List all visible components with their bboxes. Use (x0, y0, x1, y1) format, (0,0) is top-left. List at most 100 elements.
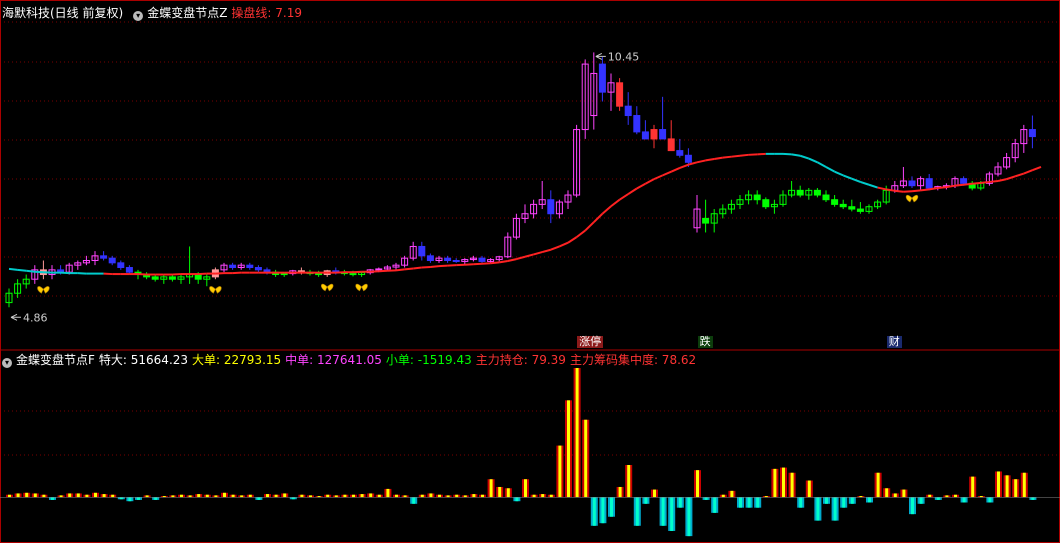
operate-line-segment (954, 183, 964, 187)
candle-body (547, 199, 555, 215)
candle-body (315, 273, 323, 276)
operate-line-segment (601, 205, 612, 215)
candle-body (822, 194, 830, 201)
bar-core (635, 497, 639, 526)
small-order-value: 小单: -1519.43 (385, 353, 472, 367)
operate-line-segment (714, 156, 723, 161)
bar-core (1005, 475, 1009, 498)
candle-body (418, 245, 426, 257)
bar-core (291, 497, 295, 500)
bar-core (68, 493, 72, 498)
operate-line-segment (886, 188, 895, 192)
bar-core (266, 494, 269, 498)
bar-core (33, 493, 37, 498)
operate-line-segment (636, 182, 646, 190)
operate-line-segment (997, 178, 1007, 182)
bar-core (584, 419, 588, 498)
operate-line-segment (524, 253, 534, 258)
stock-chart[interactable]: 10.45 4.86 (0, 0, 1060, 543)
operate-line-segment (877, 186, 887, 191)
butterfly-icon (37, 286, 50, 294)
sub-indicator-menu-icon[interactable]: ▾ (2, 358, 12, 368)
operate-line-segment (619, 193, 629, 201)
bar-core (618, 486, 622, 498)
event-tag[interactable]: 财 (886, 336, 902, 348)
bar-core (334, 495, 338, 498)
bar-core (137, 497, 140, 500)
bar-core (713, 497, 717, 513)
candle-body (375, 268, 383, 271)
butterfly-icon (321, 283, 334, 292)
bar-core (274, 494, 278, 498)
bar-core (962, 497, 966, 503)
bar-core (515, 497, 519, 502)
event-tag[interactable]: 跌 (697, 336, 713, 348)
operate-line-segment (541, 248, 552, 254)
candle-body (684, 154, 692, 163)
candle-body (194, 274, 202, 280)
candle-body (1028, 129, 1036, 138)
bar-core (893, 493, 897, 498)
bar-core (472, 494, 476, 498)
event-tag[interactable]: 涨停 (577, 336, 604, 348)
operate-line-segment (937, 186, 947, 190)
sub-indicator-name[interactable]: 金蝶变盘节点F (16, 353, 95, 367)
bar-core (506, 488, 510, 498)
candle-body (633, 115, 641, 133)
candle-body (960, 178, 968, 184)
bar-core (188, 495, 192, 498)
bar-core (395, 494, 398, 498)
bar-core (154, 497, 158, 500)
bar-core (59, 495, 63, 498)
candle-body (856, 208, 864, 212)
bar-core (954, 494, 957, 498)
operate-line-segment (696, 159, 706, 164)
bar-core (807, 480, 811, 498)
bar-core (936, 497, 940, 500)
bar-core (945, 495, 949, 498)
candle-body (908, 180, 916, 187)
bar-core (412, 497, 416, 504)
bar-core (248, 494, 252, 498)
operate-line-segment (567, 236, 578, 244)
bar-core (171, 495, 175, 498)
operate-line-segment (894, 189, 904, 193)
bar-core (16, 493, 20, 498)
operate-line-segment (559, 241, 569, 248)
bar-core (971, 476, 975, 498)
candle-body (676, 150, 684, 156)
candle-body (117, 262, 125, 269)
operate-line-segment (834, 170, 844, 177)
operate-line-segment (731, 154, 741, 158)
bar-core (8, 494, 11, 498)
operate-line-segment (842, 174, 853, 180)
bar-core (25, 492, 29, 498)
bar-core (524, 479, 527, 498)
bar-core (309, 495, 312, 498)
operate-line-segment (1032, 166, 1042, 172)
operate-line-segment (1006, 175, 1016, 181)
main-indicator-name[interactable]: 金蝶变盘节点Z (147, 6, 227, 20)
bar-core (842, 497, 846, 508)
operate-line-segment (972, 181, 981, 185)
bar-core (747, 497, 751, 508)
operate-line-segment (575, 229, 586, 238)
butterfly-icon (355, 283, 368, 292)
bar-core (1022, 472, 1026, 498)
high-price-arrow (595, 52, 606, 60)
candle-body (108, 257, 116, 264)
candle-body (598, 63, 606, 93)
indicator-menu-icon[interactable]: ▾ (133, 11, 144, 21)
operate-line-segment (507, 258, 517, 262)
operate-line-segment (989, 180, 999, 183)
extra-large-order-value: 特大: 51664.23 (98, 353, 189, 367)
candle-body (839, 203, 847, 208)
bar-core (51, 497, 54, 500)
candle-body (813, 189, 821, 196)
bar-core (85, 494, 89, 498)
main-chart-header: 海默科技(日线 前复权) ▾ 金蝶变盘节点Z 操盘线: 7.19 (2, 5, 306, 21)
operate-line-segment (490, 261, 500, 265)
bar-core (739, 497, 742, 508)
bar-core (283, 493, 287, 498)
stock-name[interactable]: 海默科技(日线 前复权) (2, 6, 123, 20)
